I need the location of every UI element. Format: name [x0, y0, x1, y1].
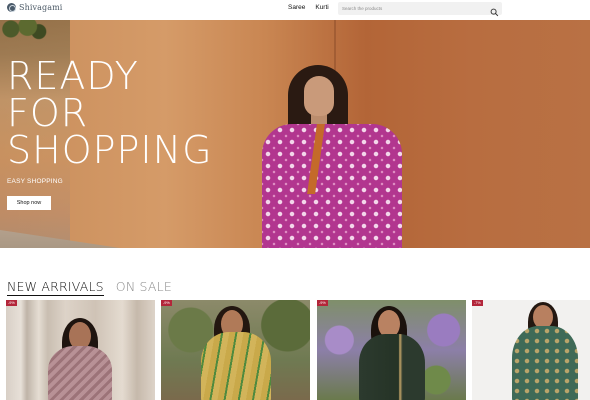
product-card[interactable]: -9%: [6, 300, 155, 400]
discount-badge: -9%: [6, 300, 17, 306]
discount-badge: -7%: [472, 300, 483, 306]
product-image: [161, 300, 310, 400]
brand-logo-icon: [7, 3, 16, 12]
hero-banner: READY FOR SHOPPING EASY SHOPPING Shop no…: [0, 20, 590, 248]
discount-badge: -9%: [317, 300, 328, 306]
shop-now-button[interactable]: Shop now: [7, 196, 51, 210]
hero-model-image: [262, 60, 402, 248]
hero-title-line: READY: [7, 54, 139, 98]
hero-title-line: SHOPPING: [7, 128, 213, 172]
product-image: [472, 300, 590, 400]
nav-item-saree[interactable]: Saree: [288, 4, 305, 11]
hero-title-line: FOR: [7, 91, 89, 135]
hero-subtitle: EASY SHOPPING: [7, 178, 63, 185]
nav-item-kurti[interactable]: Kurti: [315, 4, 328, 11]
brand-name: Shivagami: [19, 3, 63, 12]
product-card[interactable]: -9%: [317, 300, 466, 400]
search-button[interactable]: [490, 4, 499, 17]
product-card[interactable]: -9%: [161, 300, 310, 400]
brand-logo[interactable]: Shivagami: [7, 3, 62, 12]
search-bar: [338, 2, 502, 17]
product-grid: -9% -9% -9% -7%: [6, 300, 590, 400]
product-image: [317, 300, 466, 400]
product-image: [6, 300, 155, 400]
search-input[interactable]: [342, 4, 482, 13]
search-icon: [490, 8, 499, 17]
tab-new-arrivals[interactable]: NEW ARRIVALS: [7, 279, 104, 296]
hero-foliage: [0, 20, 50, 42]
product-card[interactable]: -7%: [472, 300, 590, 400]
hero-title: READY FOR SHOPPING: [7, 54, 227, 172]
discount-badge: -9%: [161, 300, 172, 306]
main-nav: Saree Kurti: [288, 4, 329, 11]
tab-on-sale[interactable]: ON SALE: [116, 279, 172, 296]
product-tabs: NEW ARRIVALS ON SALE: [7, 279, 172, 296]
site-header: Shivagami Saree Kurti: [0, 0, 590, 20]
